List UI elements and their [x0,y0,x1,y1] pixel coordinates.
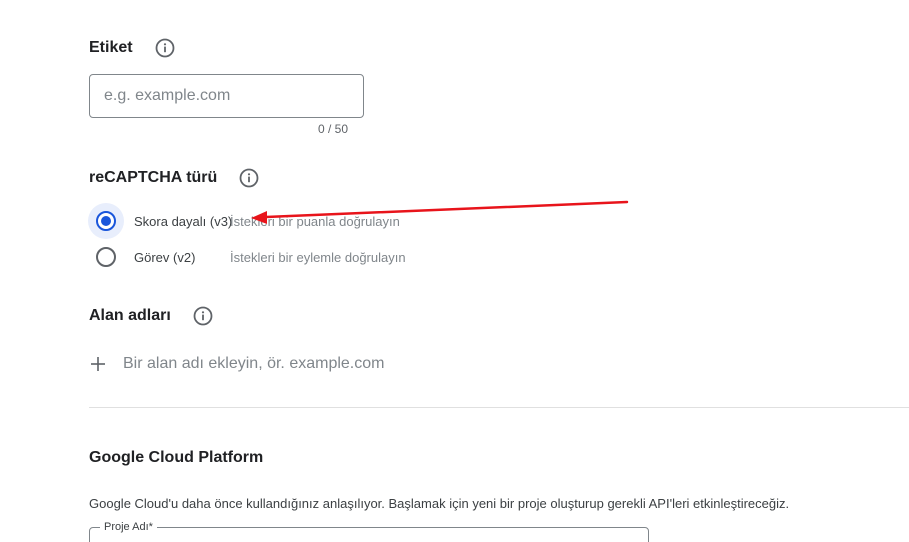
radio-label: Görev (v2) [134,249,196,265]
add-domain-field[interactable]: Bir alan adı ekleyin, ör. example.com [89,352,384,376]
radio-option-score-based[interactable]: Skora dayalı (v3) İstekleri bir puanla d… [88,203,400,239]
plus-icon[interactable] [89,355,107,373]
radio-button-unchecked[interactable] [96,247,116,267]
info-icon[interactable] [239,168,259,188]
radio-halo[interactable] [88,239,124,275]
gcp-section-title: Google Cloud Platform [89,449,264,466]
project-name-field[interactable]: Proje Adı* [89,520,649,542]
radio-description: İstekleri bir eylemle doğrulayın [230,249,406,265]
info-icon[interactable] [193,306,213,326]
recaptcha-type-title-text: reCAPTCHA türü [89,169,218,186]
radio-button-checked[interactable] [96,211,116,231]
project-name-label: Proje Adı* [100,520,157,534]
info-icon[interactable] [155,38,175,58]
recaptcha-type-title: reCAPTCHA türü [89,168,259,188]
recaptcha-registration-form: Etiket 0 / 50 reCAPTCHA türü Skora dayal… [0,0,909,542]
radio-option-challenge[interactable]: Görev (v2) İstekleri bir eylemle doğrula… [88,239,406,275]
label-input[interactable] [89,74,364,118]
domains-section-title: Alan adları [89,306,213,326]
label-section-title-text: Etiket [89,39,133,56]
gcp-description: Google Cloud'u daha önce kullandığınız a… [89,496,790,511]
domains-section-title-text: Alan adları [89,307,171,324]
radio-label: Skora dayalı (v3) [134,213,233,229]
section-divider [89,407,909,408]
add-domain-placeholder[interactable]: Bir alan adı ekleyin, ör. example.com [123,355,384,373]
radio-halo[interactable] [88,203,124,239]
label-section-title: Etiket [89,38,175,58]
radio-description: İstekleri bir puanla doğrulayın [230,213,400,229]
label-character-counter: 0 / 50 [317,122,348,136]
